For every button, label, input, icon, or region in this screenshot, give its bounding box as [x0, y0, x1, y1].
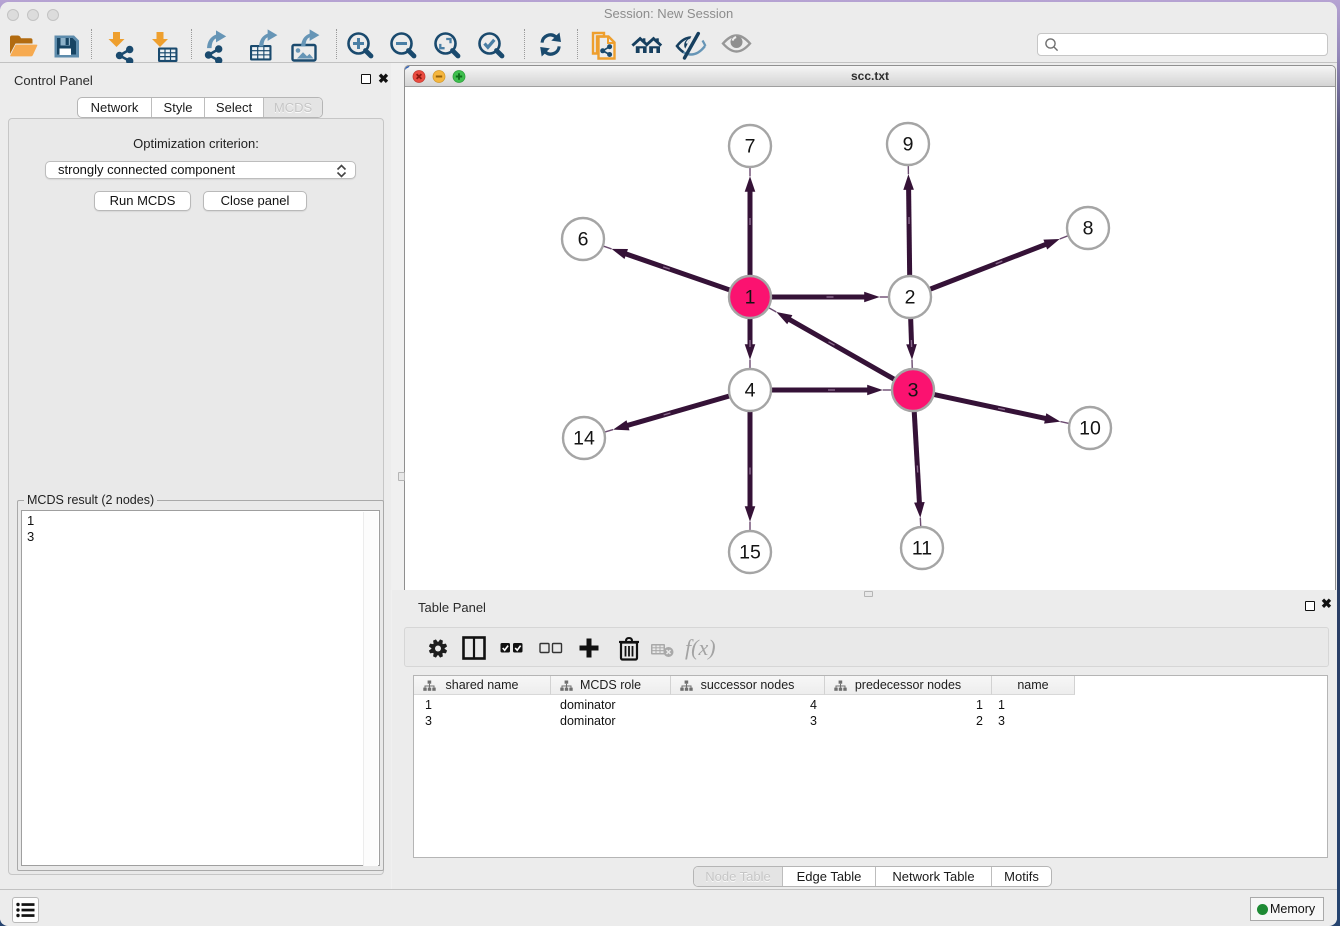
svg-text:f(x): f(x)	[685, 635, 716, 660]
svg-text:14: 14	[573, 428, 595, 450]
svg-text:4: 4	[745, 380, 756, 402]
svg-text:1: 1	[745, 287, 756, 309]
svg-text:9: 9	[903, 134, 914, 156]
svg-text:7: 7	[745, 136, 756, 158]
svg-text:6: 6	[578, 229, 589, 251]
svg-text:8: 8	[1083, 218, 1094, 240]
svg-text:15: 15	[739, 542, 761, 564]
svg-text:2: 2	[905, 287, 916, 309]
svg-text:3: 3	[908, 380, 919, 402]
svg-text:10: 10	[1079, 418, 1101, 440]
svg-text:11: 11	[912, 538, 932, 560]
